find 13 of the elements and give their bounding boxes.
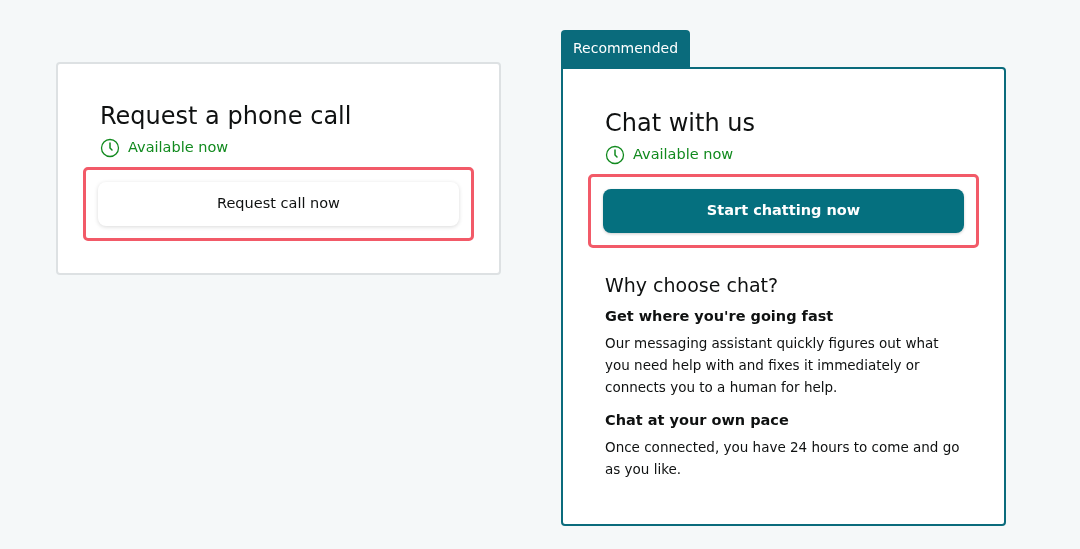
reason-title: Chat at your own pace bbox=[605, 411, 790, 431]
availability-text: Available now bbox=[128, 137, 229, 157]
availability-text: Available now bbox=[633, 144, 734, 164]
reason-text: Our messaging assistant quickly figures out what you need help with and fixes it immediately or connects you to a human for help. bbox=[605, 334, 940, 398]
section-heading: Why choose chat? bbox=[605, 273, 780, 297]
reason-text: Once connected, you have 24 hours to come and go as you like. bbox=[605, 437, 961, 479]
card-title: Chat with us bbox=[605, 109, 756, 138]
clock-icon bbox=[100, 137, 120, 158]
start-chat-button[interactable]: Start chatting now bbox=[603, 188, 964, 233]
card-title: Request a phone call bbox=[100, 102, 353, 131]
reason-title: Get where you're going fast bbox=[605, 307, 835, 327]
clock-icon bbox=[605, 144, 625, 165]
request-call-button[interactable]: Request call now bbox=[98, 181, 459, 226]
